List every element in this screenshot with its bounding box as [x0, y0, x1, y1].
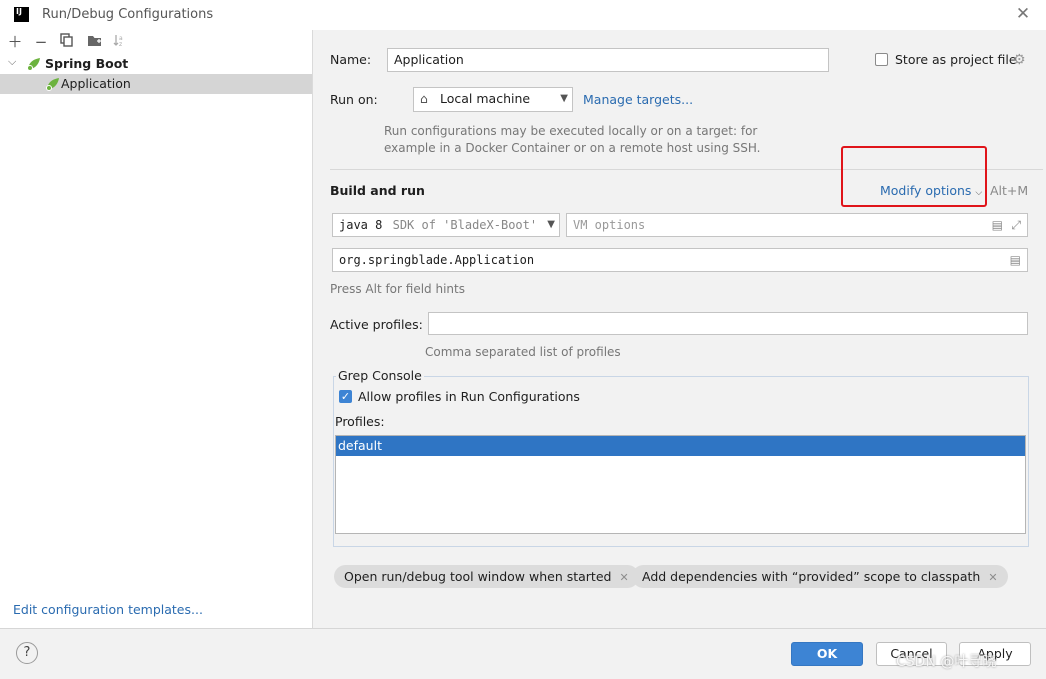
list-item-default[interactable]: default: [336, 436, 1025, 456]
title-bar: IJ Run/Debug Configurations ✕: [0, 0, 1046, 31]
ok-button[interactable]: OK: [791, 642, 863, 666]
run-on-dropdown[interactable]: ⌂ Local machine ▼: [413, 87, 573, 112]
main-class-value: org.springblade.Application: [339, 253, 535, 267]
browse-class-icon[interactable]: ▤: [1010, 249, 1021, 271]
run-on-label: Run on:: [330, 92, 378, 107]
help-button[interactable]: ?: [16, 642, 38, 664]
tree-label-application: Application: [61, 76, 131, 91]
gear-icon[interactable]: ⚙: [1013, 52, 1026, 68]
vm-options-field[interactable]: VM options ▤ ⤢: [566, 213, 1028, 237]
main-class-field[interactable]: org.springblade.Application ▤: [332, 248, 1028, 272]
folder-icon[interactable]: [85, 33, 103, 51]
profiles-list[interactable]: default: [335, 435, 1026, 534]
expand-text-icon[interactable]: ▤: [992, 214, 1003, 236]
home-icon: ⌂: [420, 91, 428, 106]
manage-targets-link[interactable]: Manage targets...: [583, 92, 693, 107]
edit-configuration-templates-link[interactable]: Edit configuration templates...: [13, 602, 203, 617]
svg-text:z: z: [119, 41, 122, 47]
chevron-down-icon[interactable]: ⌵: [8, 55, 16, 69]
active-profiles-field[interactable]: [428, 312, 1028, 335]
window-title: Run/Debug Configurations: [42, 7, 214, 22]
annotation-highlight-box: [841, 146, 987, 207]
jre-version: java 8: [339, 218, 383, 232]
allow-profiles-label: Allow profiles in Run Configurations: [358, 389, 580, 404]
tree-node-spring-boot[interactable]: ⌵ Spring Boot: [0, 54, 312, 74]
sort-icon[interactable]: az: [110, 33, 128, 51]
jre-detail: SDK of 'BladeX-Boot': [392, 218, 538, 232]
copy-icon[interactable]: [58, 33, 76, 51]
run-on-hint-line1: Run configurations may be executed local…: [384, 124, 758, 138]
chip-provided-scope[interactable]: Add dependencies with “provided” scope t…: [632, 565, 1008, 588]
chip-label: Open run/debug tool window when started: [344, 569, 612, 584]
name-label: Name:: [330, 52, 372, 67]
name-field[interactable]: Application: [387, 48, 829, 72]
profiles-list-label: Profiles:: [335, 414, 385, 429]
minus-icon[interactable]: −: [32, 33, 50, 51]
configuration-form: Name: Application Store as project file …: [313, 30, 1046, 628]
modify-options-shortcut: Alt+M: [990, 183, 1029, 198]
configuration-tree-panel: ＋ − az ⌵ Spring Boot Application Edit co…: [0, 30, 313, 628]
store-project-file-label: Store as project file: [895, 52, 1017, 67]
intellij-logo-icon: IJ: [14, 7, 29, 22]
run-on-hint-line2: example in a Docker Container or on a re…: [384, 141, 761, 155]
grep-console-title: Grep Console: [336, 368, 424, 383]
spring-boot-app-icon: [45, 77, 61, 94]
plus-icon[interactable]: ＋: [6, 33, 24, 51]
vm-options-placeholder: VM options: [573, 218, 646, 232]
run-on-value: Local machine: [440, 91, 531, 106]
spring-boot-icon: [26, 57, 42, 74]
active-profiles-hint: Comma separated list of profiles: [425, 345, 621, 359]
field-hints-text: Press Alt for field hints: [330, 282, 465, 296]
fullscreen-icon[interactable]: ⤢: [1011, 214, 1021, 236]
store-project-file-checkbox[interactable]: [875, 53, 888, 66]
chip-open-tool-window[interactable]: Open run/debug tool window when started ✕: [334, 565, 639, 588]
remove-chip-icon[interactable]: ✕: [988, 571, 997, 584]
dropdown-arrow-icon: ▼: [547, 219, 555, 230]
remove-chip-icon[interactable]: ✕: [619, 571, 628, 584]
dropdown-arrow-icon: ▼: [560, 93, 568, 104]
dialog-footer: ? OK Cancel Apply CSDN @叶寻晓: [0, 628, 1046, 679]
build-and-run-heading: Build and run: [330, 183, 425, 198]
tree-node-application[interactable]: Application: [0, 74, 312, 94]
allow-profiles-checkbox[interactable]: ✓: [339, 390, 352, 403]
watermark: CSDN @叶寻晓: [896, 654, 997, 670]
jre-dropdown[interactable]: java 8 SDK of 'BladeX-Boot' ▼: [332, 213, 560, 237]
chip-label: Add dependencies with “provided” scope t…: [642, 569, 981, 584]
tree-label-spring-boot: Spring Boot: [45, 56, 129, 71]
active-profiles-label: Active profiles:: [330, 317, 423, 332]
close-icon[interactable]: ✕: [1014, 4, 1032, 24]
